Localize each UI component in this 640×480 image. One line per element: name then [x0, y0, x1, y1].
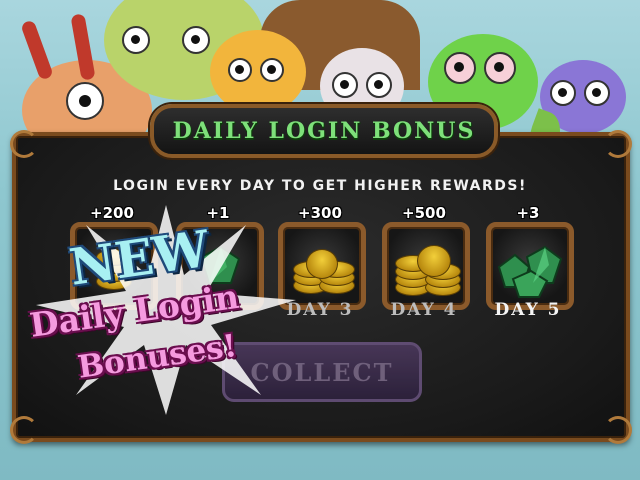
day-slot-5: +3 DAY 5 [482, 204, 574, 320]
reward-amount: +3 [516, 204, 540, 222]
panel-corner-ornament [10, 130, 38, 158]
panel-corner-ornament [604, 130, 632, 158]
gem-pile-icon [497, 245, 563, 298]
reward-amount: +500 [402, 204, 446, 222]
panel-corner-ornament [604, 416, 632, 444]
title-banner: DAILY LOGIN BONUS [150, 104, 498, 158]
reward-frame [382, 222, 470, 310]
panel-corner-ornament [10, 416, 38, 444]
day-label: DAY 4 [390, 300, 458, 320]
monster-horn-left [20, 19, 54, 81]
reward-frame [486, 222, 574, 310]
page-title: DAILY LOGIN BONUS [172, 118, 476, 144]
monster-yellow-bird [210, 30, 306, 114]
day-slot-4: +500 DAY 4 [378, 204, 470, 320]
day-label: DAY 5 [494, 300, 562, 320]
subtitle: LOGIN EVERY DAY TO GET HIGHER REWARDS! [113, 178, 527, 194]
